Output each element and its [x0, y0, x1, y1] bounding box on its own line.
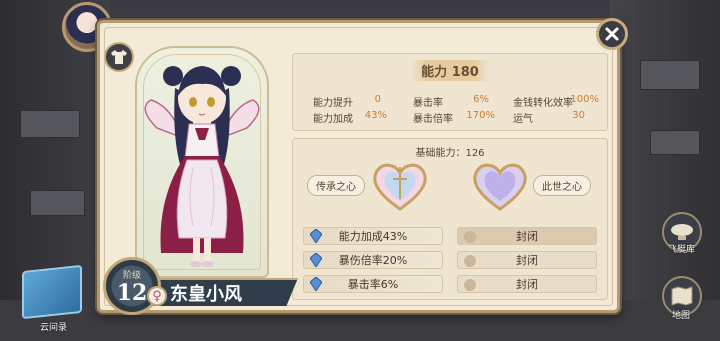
stat-label-crit-multiplier: 暴击倍率 [413, 114, 453, 125]
skill-row-crit-rate[interactable]: 暴击率6% [303, 275, 443, 293]
base-power-text: 基础能力：126 [415, 148, 485, 159]
wall-brick [640, 60, 700, 90]
airship-icon [671, 224, 693, 240]
character-portrait [144, 66, 260, 267]
close-button[interactable] [596, 18, 628, 50]
blue-crystal-icon [310, 253, 322, 267]
female-icon: ♀ [147, 286, 167, 306]
character-name: 东皇小风 [170, 284, 242, 305]
stat-label-crit-rate: 暴击率 [413, 98, 443, 109]
stat-label-luck: 运气 [513, 114, 533, 125]
ornate-heart-icon [373, 163, 427, 211]
sealed-text: 封闭 [516, 254, 538, 267]
power-label: 能力 [421, 65, 448, 80]
stat-label-power-bonus: 能力加成 [313, 114, 353, 125]
cloud-record-icon[interactable] [22, 264, 82, 320]
stat-value-crit-rate: 6% [473, 94, 489, 105]
sealed-slot[interactable]: 封闭 [457, 275, 597, 293]
stats-panel: 能力 180 能力提升 0 暴击率 6% 金钱转化效率 100% 能力加成 43… [292, 53, 608, 131]
sealed-icon [464, 279, 476, 291]
sealed-slot[interactable]: 封闭 [457, 227, 597, 245]
sealed-text: 封闭 [516, 278, 538, 291]
stat-value-luck: 30 [572, 110, 585, 121]
stat-label-power-boost: 能力提升 [313, 98, 353, 109]
cloud-record-label: 云间录 [40, 323, 68, 333]
heart-skills-panel: 基础能力：126 传承之心 此世之心 能力加成43% 暴伤倍率20% 暴击率6%… [292, 138, 608, 300]
skill-text: 能力加成43% [338, 230, 408, 243]
wardrobe-button[interactable] [104, 42, 134, 72]
stat-value-money-efficiency: 100% [570, 94, 599, 105]
map-icon [671, 286, 693, 306]
skill-text: 暴击率6% [347, 278, 399, 291]
crystal-heart-icon [473, 163, 527, 211]
skill-row-power-bonus[interactable]: 能力加成43% [303, 227, 443, 245]
stat-value-power-bonus: 43% [364, 110, 387, 121]
inheritance-heart-label: 传承之心 [307, 175, 365, 196]
stat-value-power-boost: 0 [374, 94, 381, 105]
airship-dock-label: 飞艇库 [668, 245, 696, 255]
sealed-text: 封闭 [516, 230, 538, 243]
map-label: 地图 [672, 311, 691, 321]
skill-text: 暴伤倍率20% [338, 254, 408, 267]
sealed-slot[interactable]: 封闭 [457, 251, 597, 269]
world-heart-label: 此世之心 [533, 175, 591, 196]
blue-crystal-icon [310, 229, 322, 243]
shirt-icon [111, 50, 127, 64]
power-title: 能力 180 [293, 60, 607, 81]
wall-brick [650, 130, 700, 155]
character-portrait-frame [135, 46, 269, 278]
inheritance-heart-slot[interactable] [367, 157, 433, 215]
world-heart-slot[interactable] [467, 157, 533, 215]
wall-brick [30, 190, 85, 216]
blue-crystal-icon [310, 277, 322, 291]
stat-label-money-efficiency: 金钱转化效率 [513, 98, 573, 109]
gender-symbol: ♀ [152, 288, 162, 304]
sealed-icon [464, 231, 476, 243]
skill-row-crit-damage[interactable]: 暴伤倍率20% [303, 251, 443, 269]
wall-brick [20, 110, 80, 138]
game-scene: 能力 180 能力提升 0 暴击率 6% 金钱转化效率 100% 能力加成 43… [0, 0, 720, 341]
stat-value-crit-multiplier: 170% [466, 110, 495, 121]
sealed-icon [464, 255, 476, 267]
close-icon [605, 27, 619, 41]
power-value: 180 [451, 65, 479, 80]
